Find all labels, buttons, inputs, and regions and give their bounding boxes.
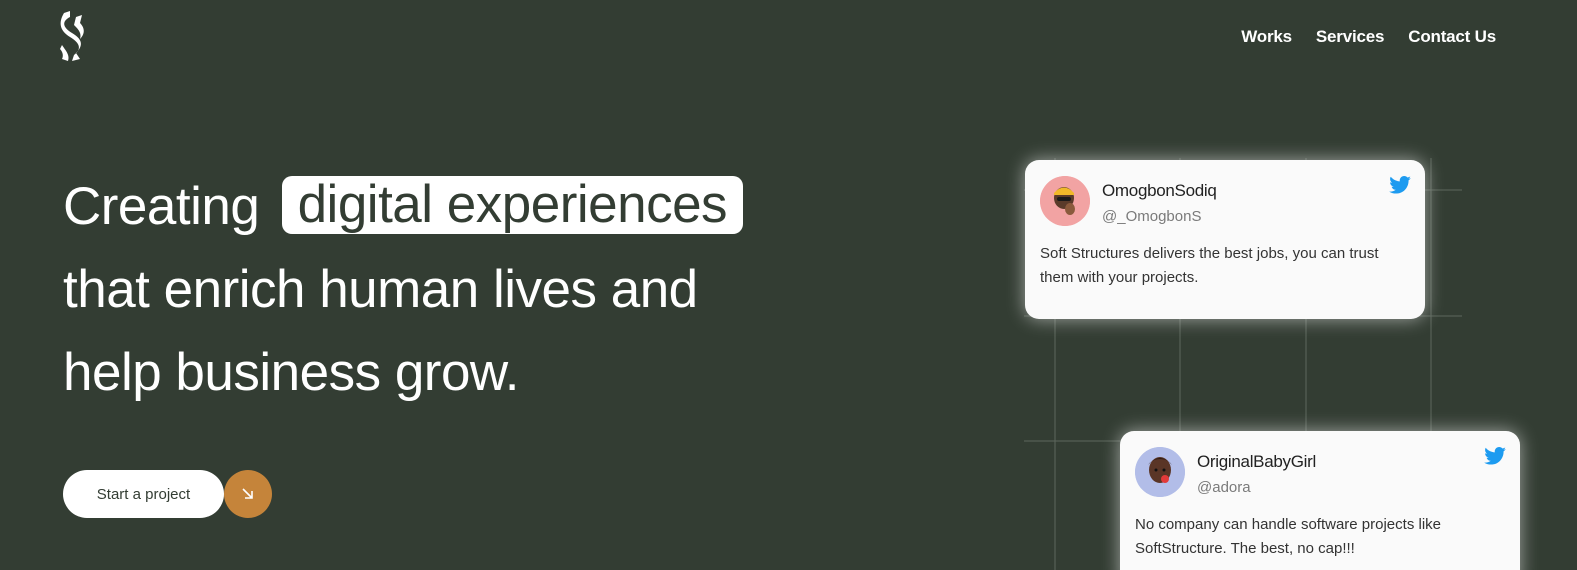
author-handle: @adora xyxy=(1197,479,1251,496)
author-handle: @_OmogbonS xyxy=(1102,208,1202,225)
twitter-icon[interactable] xyxy=(1484,447,1506,465)
hero-heading: Creating digital experiences that enrich… xyxy=(63,165,963,414)
nav-services-link[interactable]: Services xyxy=(1316,27,1385,47)
hero-line-3: help business grow. xyxy=(63,343,520,402)
author-name: OriginalBabyGirl xyxy=(1197,452,1316,471)
hero-prefix: Creating xyxy=(63,177,260,236)
hero-highlight: digital experiences xyxy=(281,176,744,234)
hero-line-1: Creating digital experiences xyxy=(63,165,963,248)
cta-group: Start a project xyxy=(63,470,272,518)
landing-page: Works Services Contact Us Creating digit… xyxy=(0,0,1577,570)
start-project-button[interactable]: Start a project xyxy=(63,470,224,518)
s-logo-icon[interactable] xyxy=(58,11,88,61)
avatar xyxy=(1040,176,1090,226)
main-nav: Works Services Contact Us xyxy=(1241,27,1496,47)
nav-works-link[interactable]: Works xyxy=(1241,27,1292,47)
nav-contact-link[interactable]: Contact Us xyxy=(1408,27,1496,47)
testimonial-text: No company can handle software projects … xyxy=(1135,516,1441,557)
arrow-down-right-icon[interactable] xyxy=(224,470,272,518)
twitter-icon[interactable] xyxy=(1389,176,1411,194)
hero-line-2: that enrich human lives and xyxy=(63,260,698,319)
author-name: OmogbonSodiq xyxy=(1102,181,1217,200)
testimonial-card: OmogbonSodiq @_OmogbonS Soft Structures … xyxy=(1025,160,1425,319)
testimonial-card: OriginalBabyGirl @adora No company can h… xyxy=(1120,431,1520,570)
testimonial-text: Soft Structures delivers the best jobs, … xyxy=(1040,245,1379,286)
avatar xyxy=(1135,447,1185,497)
